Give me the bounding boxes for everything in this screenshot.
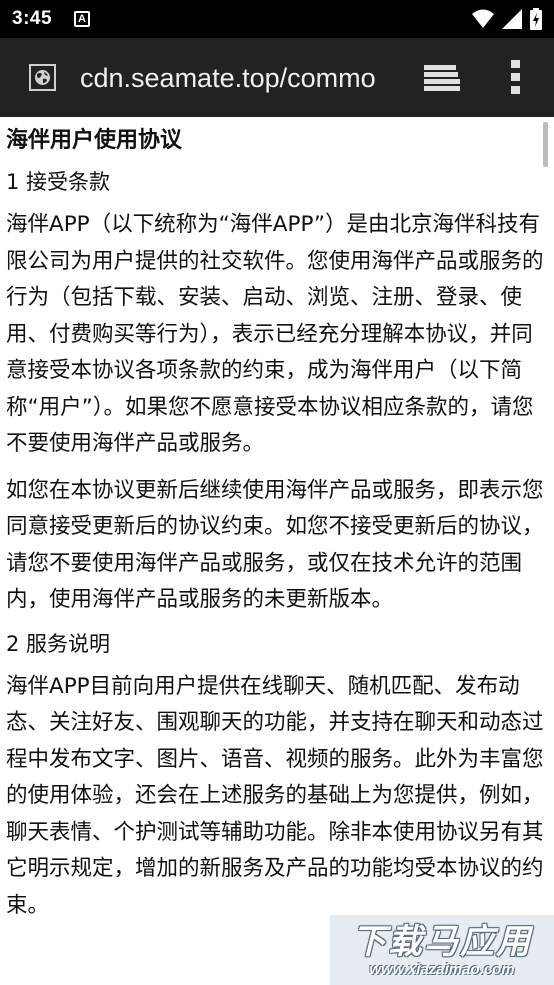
page-title: 海伴用户使用协议 (6, 128, 183, 153)
agreement-document: 海伴用户使用协议 1 接受条款 海伴APP（以下统称为“海伴APP”）是由北京海… (0, 125, 554, 924)
signal-icon (502, 9, 522, 34)
wifi-icon (472, 9, 494, 34)
section-heading: 2 服务说明 (6, 631, 111, 656)
notification-icon: A (74, 11, 91, 27)
section-paragraph: 海伴APP（以下统称为“海伴APP”）是由北京海伴科技有限公司为用户提供的社交软… (6, 212, 544, 456)
status-bar: 3:45 A (0, 0, 554, 38)
page-content[interactable]: 海伴用户使用协议 1 接受条款 海伴APP（以下统称为“海伴APP”）是由北京海… (0, 117, 554, 985)
tabs-icon[interactable] (424, 65, 460, 95)
watermark-url: www.xiazaimao.com (369, 960, 515, 978)
scrollbar[interactable] (543, 122, 548, 167)
section-paragraph: 海伴APP目前向用户提供在线聊天、随机匹配、发布动态、关注好友、围观聊天的功能，… (6, 673, 544, 918)
overflow-menu-icon[interactable] (511, 60, 521, 98)
site-info-icon[interactable] (29, 64, 56, 91)
battery-charging-icon (530, 8, 542, 35)
status-icons (472, 8, 542, 35)
watermark-title: 下载马应用 (352, 922, 532, 961)
watermark-logo: 下载马应用 www.xiazaimao.com (330, 915, 554, 985)
browser-toolbar: cdn.seamate.top/commo (0, 38, 554, 117)
section-heading: 1 接受条款 (6, 170, 111, 194)
section-paragraph: 如您在本协议更新后继续使用海伴产品或服务，即表示您同意接受更新后的协议约束。如您… (6, 477, 544, 613)
url-bar[interactable]: cdn.seamate.top/commo (80, 60, 400, 96)
status-time: 3:45 (12, 8, 53, 29)
